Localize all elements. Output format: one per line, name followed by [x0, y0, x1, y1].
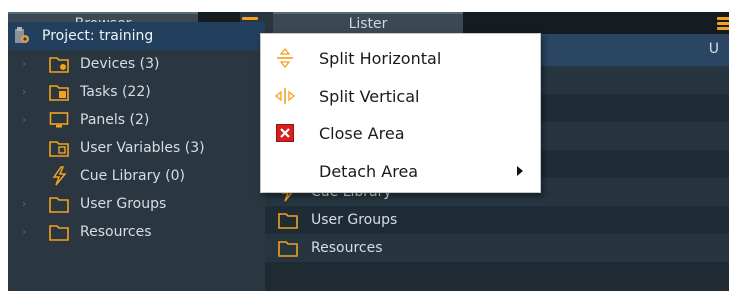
tree-item-label: Tasks (22): [80, 84, 151, 100]
tree-item-label: User Variables (3): [80, 140, 205, 156]
menu-item-split-vertical[interactable]: Split Vertical: [261, 78, 540, 114]
submenu-arrow-icon: [517, 166, 523, 176]
cue-library-icon: [48, 166, 70, 186]
list-item-label: Resources: [311, 240, 383, 256]
split-vertical-icon: [275, 86, 295, 106]
tree-item-label: Resources: [80, 224, 152, 240]
tree-item-panels[interactable]: › Panels (2): [8, 106, 265, 134]
area-context-menu: Split Horizontal Split Vertical Close Ar…: [260, 33, 541, 193]
tree-item-label: User Groups: [80, 196, 167, 212]
user-variables-folder-icon: [48, 138, 70, 158]
tree-item-resources[interactable]: › Resources: [8, 218, 265, 246]
tree-item-tasks[interactable]: › Tasks (22): [8, 78, 265, 106]
folder-icon: [277, 210, 299, 230]
lister-menu-icon[interactable]: [717, 17, 729, 31]
folder-icon: [48, 222, 70, 242]
tree-item-label: Project: training: [42, 28, 154, 44]
menu-item-label: Close Area: [319, 123, 405, 143]
tree-item-label: Cue Library (0): [80, 168, 185, 184]
lister-header-spacer: [463, 12, 729, 34]
tree-item-user-groups[interactable]: › User Groups: [8, 190, 265, 218]
tree-item-user-variables[interactable]: › User Variables (3): [8, 134, 265, 162]
menu-item-close-area[interactable]: Close Area: [261, 115, 540, 151]
project-icon: [11, 26, 33, 46]
expand-caret-icon[interactable]: ›: [22, 58, 32, 69]
lister-header: Lister: [265, 12, 729, 34]
tree-item-project[interactable]: Project: training: [8, 22, 265, 50]
menu-item-split-horizontal[interactable]: Split Horizontal: [261, 40, 540, 76]
blank-icon-slot: [275, 161, 295, 181]
list-item-resources[interactable]: Resources: [265, 234, 729, 262]
panels-icon: [48, 110, 70, 130]
tree-item-devices[interactable]: › Devices (3): [8, 50, 265, 78]
expand-caret-icon[interactable]: ›: [22, 198, 32, 209]
split-horizontal-icon: [275, 48, 295, 68]
folder-icon: [277, 238, 299, 258]
menu-item-label: Detach Area: [319, 161, 419, 181]
menu-item-label: Split Vertical: [319, 86, 420, 106]
lister-tab[interactable]: Lister: [273, 12, 463, 34]
browser-panel: Browser Project: training › Devices (3) …: [8, 12, 265, 291]
list-item-user-groups[interactable]: User Groups: [265, 206, 729, 234]
browser-tree: Project: training › Devices (3) › Tasks …: [8, 22, 265, 246]
tasks-folder-icon: [48, 82, 70, 102]
lister-column-text: U: [708, 41, 719, 57]
menu-item-label: Split Horizontal: [319, 48, 442, 68]
tree-item-label: Devices (3): [80, 56, 160, 72]
folder-icon: [48, 194, 70, 214]
menu-item-detach-area[interactable]: Detach Area: [261, 153, 540, 189]
tree-item-cue-library[interactable]: › Cue Library (0): [8, 162, 265, 190]
expand-caret-icon[interactable]: ›: [22, 226, 32, 237]
expand-caret-icon[interactable]: ›: [22, 114, 32, 125]
window-edge: [0, 0, 8, 279]
expand-caret-icon[interactable]: ›: [22, 86, 32, 97]
list-item-label: User Groups: [311, 212, 398, 228]
close-area-icon: [275, 123, 295, 143]
devices-folder-icon: [48, 54, 70, 74]
tree-item-label: Panels (2): [80, 112, 150, 128]
